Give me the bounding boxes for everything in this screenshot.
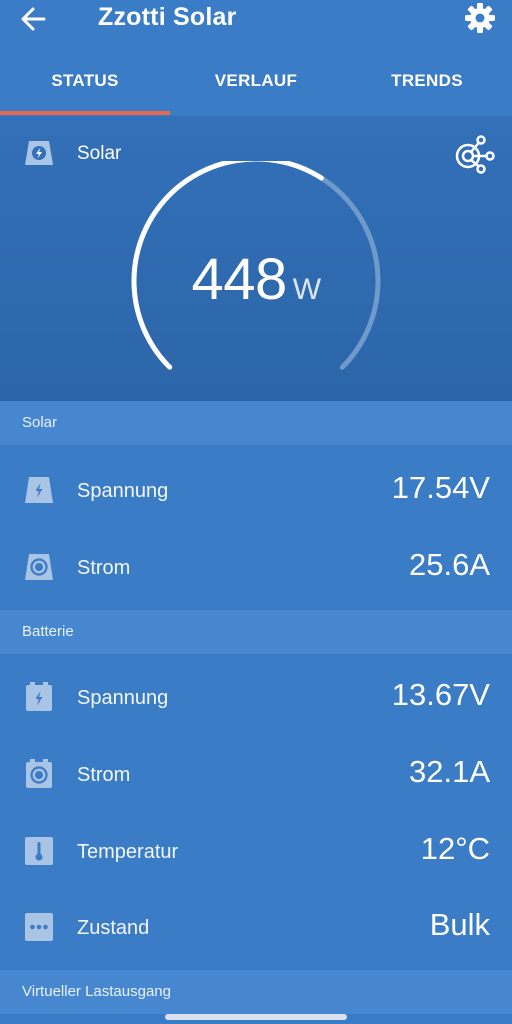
list-item[interactable]: Spannung 13.67V	[0, 660, 512, 736]
list-item[interactable]: Temperatur 12°C	[0, 814, 512, 890]
list-item[interactable]: Zustand Bulk	[0, 890, 512, 966]
row-label: Strom	[77, 557, 131, 579]
power-value: 448	[191, 247, 287, 312]
row-value: 12°C	[420, 831, 490, 866]
section-header-virtueller-lastausgang: Virtueller Lastausgang	[0, 970, 512, 1014]
arrow-left-icon	[21, 7, 46, 31]
settings-button[interactable]	[462, 0, 498, 36]
row-label: Zustand	[77, 917, 150, 939]
app-bar: Zzotti Solar STATUS VERLAUF TRENDS	[0, 0, 512, 116]
active-tab-indicator	[0, 111, 170, 115]
row-value: 17.54V	[391, 470, 490, 505]
row-value: 13.67V	[391, 677, 490, 712]
section-header-batterie: Batterie	[0, 610, 512, 654]
list-item[interactable]: Strom 25.6A	[0, 530, 512, 606]
battery-current-icon	[22, 758, 56, 790]
tab-verlauf[interactable]: VERLAUF	[170, 60, 342, 110]
row-value: 25.6A	[408, 547, 490, 582]
section-header-solar: Solar	[0, 401, 512, 445]
row-value: Bulk	[429, 907, 490, 942]
network-icon	[455, 135, 495, 174]
page-title: Zzotti Solar	[98, 3, 237, 31]
tab-bar: STATUS VERLAUF TRENDS	[0, 60, 512, 116]
row-value: 32.1A	[408, 754, 490, 789]
power-readout: 448 W	[0, 248, 512, 322]
back-button[interactable]	[14, 2, 54, 36]
list-item[interactable]: Spannung 17.54V	[0, 453, 512, 529]
tab-status[interactable]: STATUS	[0, 60, 170, 110]
list-item[interactable]: Strom 32.1A	[0, 737, 512, 813]
home-indicator[interactable]	[165, 1014, 347, 1020]
more-icon	[22, 911, 56, 943]
solar-power-panel: Solar 448 W	[0, 116, 512, 401]
solar-current-icon	[22, 551, 56, 583]
thermometer-icon	[22, 835, 56, 867]
gear-icon	[465, 3, 495, 33]
row-label: Spannung	[77, 480, 169, 502]
tab-trends[interactable]: TRENDS	[342, 60, 512, 110]
battery-voltage-icon	[22, 681, 56, 713]
row-label: Spannung	[77, 687, 169, 709]
row-label: Strom	[77, 764, 131, 786]
network-button[interactable]	[452, 132, 496, 176]
row-label: Temperatur	[77, 841, 179, 863]
power-unit: W	[292, 273, 321, 306]
solar-panel-icon	[22, 138, 56, 168]
solar-voltage-icon	[22, 474, 56, 506]
solar-label: Solar	[77, 143, 122, 164]
